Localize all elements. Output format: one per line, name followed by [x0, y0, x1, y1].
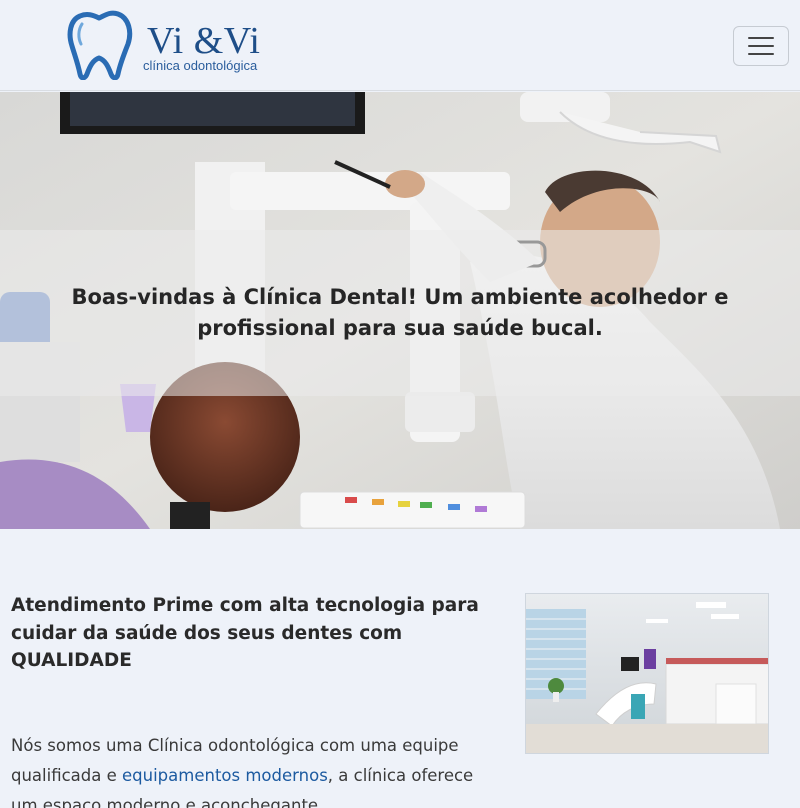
hero-banner: Boas-vindas à Clínica Dental! Um ambient…: [0, 92, 800, 529]
brand-subtitle: clínica odontológica: [143, 58, 258, 73]
clinic-room-photo: [525, 593, 769, 754]
intro-paragraph: Nós somos uma Clínica odontológica com u…: [11, 731, 491, 808]
hamburger-menu-icon-line: [748, 53, 774, 55]
hamburger-menu-icon: [748, 37, 774, 39]
hamburger-menu-icon-line: [748, 45, 774, 47]
site-header: Vi &Vi clínica odontológica: [0, 0, 800, 91]
menu-toggle-button[interactable]: [733, 26, 789, 66]
brand-name: Vi &Vi: [147, 20, 261, 62]
hero-message-band: Boas-vindas à Clínica Dental! Um ambient…: [0, 230, 800, 396]
hero-message: Boas-vindas à Clínica Dental! Um ambient…: [71, 285, 729, 340]
modern-equipment-link[interactable]: equipamentos modernos: [122, 766, 328, 785]
brand-logo[interactable]: Vi &Vi clínica odontológica: [66, 8, 266, 80]
tooth-logo-icon: [67, 10, 133, 80]
intro-headline: Atendimento Prime com alta tecnologia pa…: [11, 595, 479, 671]
